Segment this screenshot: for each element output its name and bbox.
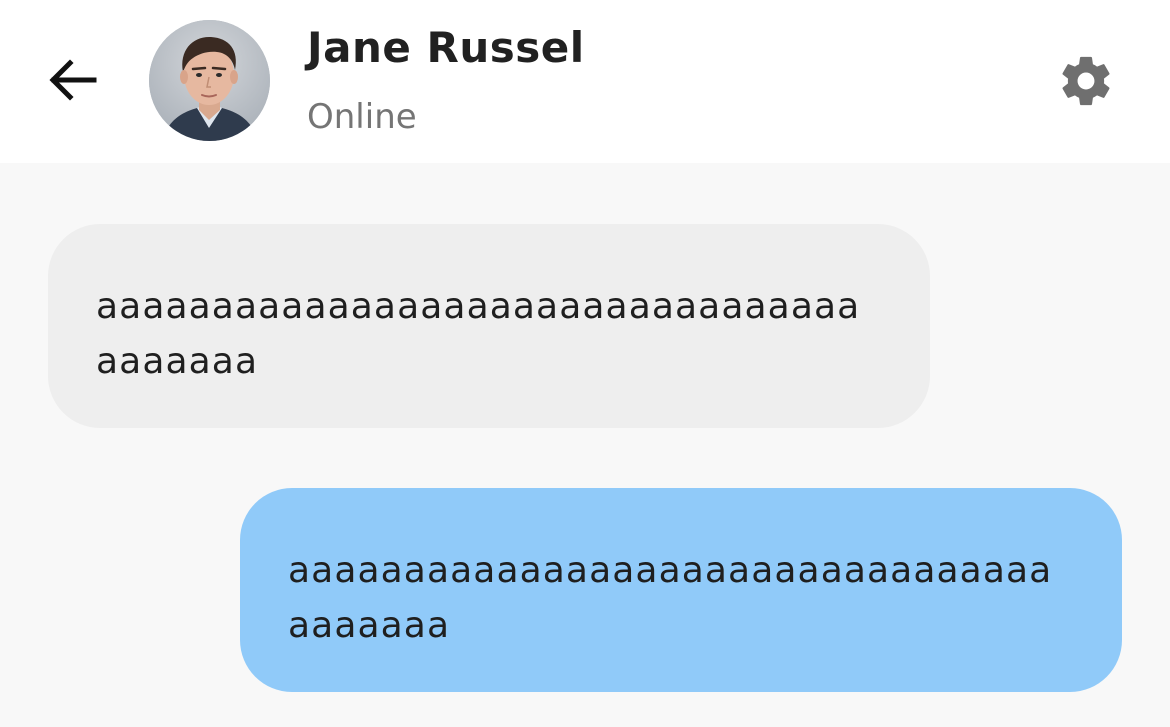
settings-button[interactable] [1050, 48, 1122, 114]
contact-name: Jane Russel [307, 23, 585, 72]
arrow-back-icon [49, 59, 97, 101]
chat-header: Jane Russel Online [0, 0, 1170, 163]
back-button[interactable] [40, 52, 104, 108]
outgoing-message-bubble[interactable]: aaaaaaaaaaaaaaaaaaaaaaaaaaaaaaaaaaaaaaaa [240, 488, 1122, 692]
user-avatar [149, 20, 270, 141]
avatar[interactable] [149, 20, 270, 141]
gear-icon [1062, 56, 1110, 106]
message-list[interactable]: aaaaaaaaaaaaaaaaaaaaaaaaaaaaaaaaaaaaaaaa… [0, 163, 1170, 727]
incoming-message-bubble[interactable]: aaaaaaaaaaaaaaaaaaaaaaaaaaaaaaaaaaaaaaaa [48, 224, 930, 428]
contact-status: Online [307, 97, 417, 137]
chat-screen: Jane Russel Online aaaaaaaaaaaaaaaaaaaaa… [0, 0, 1170, 727]
